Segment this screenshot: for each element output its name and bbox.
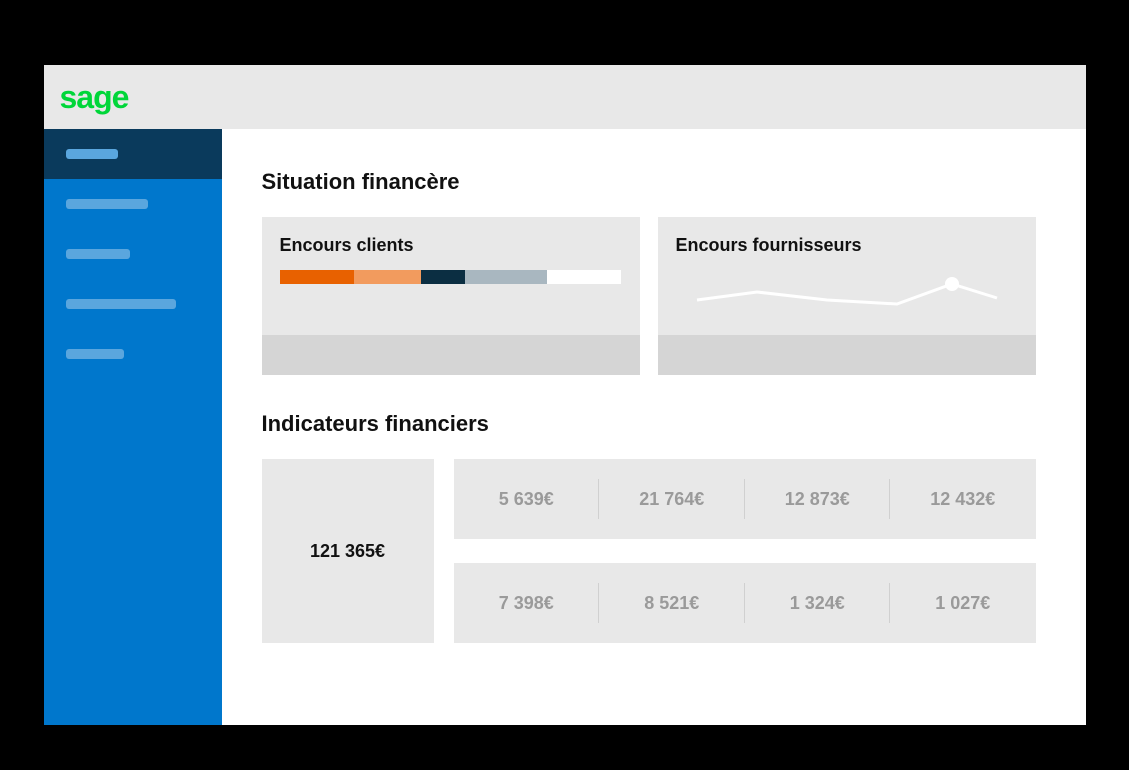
sidebar <box>44 129 222 725</box>
indicator-cell: 1 027€ <box>890 563 1036 643</box>
indicator-value: 21 764€ <box>639 489 704 510</box>
indicator-cell: 8 521€ <box>599 563 745 643</box>
sidebar-item-placeholder <box>66 249 130 259</box>
sidebar-item-placeholder <box>66 149 118 159</box>
logo: sage <box>60 79 129 116</box>
sparkline-marker <box>945 277 959 291</box>
sidebar-item-3[interactable] <box>44 279 222 329</box>
indicators-title: Indicateurs financiers <box>262 411 1036 437</box>
indicator-value: 5 639€ <box>499 489 554 510</box>
indicator-value: 1 027€ <box>935 593 990 614</box>
card-title: Encours clients <box>262 217 640 270</box>
indicator-big-value: 121 365€ <box>310 541 385 562</box>
indicator-value: 8 521€ <box>644 593 699 614</box>
situation-row: Encours clients Encours fournisseurs <box>262 217 1036 375</box>
card-title: Encours fournisseurs <box>658 217 1036 270</box>
app-header: sage <box>44 65 1086 129</box>
indicator-cell: 21 764€ <box>599 459 745 539</box>
indicator-cell: 5 639€ <box>454 459 600 539</box>
app-window: sage Situation financère Encours <box>44 65 1086 725</box>
indicator-row-1: 5 639€ 21 764€ 12 873€ 12 432€ <box>454 459 1036 539</box>
bar-segment <box>465 270 547 284</box>
indicator-value: 1 324€ <box>790 593 845 614</box>
indicator-small-grid: 5 639€ 21 764€ 12 873€ 12 432€ 7 398€ 8 … <box>454 459 1036 643</box>
sidebar-item-1[interactable] <box>44 179 222 229</box>
bar-segment <box>547 270 621 284</box>
card-body <box>262 270 640 335</box>
segmented-bar <box>280 270 622 284</box>
card-footer <box>262 335 640 375</box>
indicator-value: 12 873€ <box>785 489 850 510</box>
main-content: Situation financère Encours clients Enco… <box>222 129 1086 725</box>
indicator-value: 7 398€ <box>499 593 554 614</box>
sidebar-item-placeholder <box>66 199 148 209</box>
card-encours-fournisseurs: Encours fournisseurs <box>658 217 1036 375</box>
sidebar-item-4[interactable] <box>44 329 222 379</box>
sidebar-item-placeholder <box>66 349 124 359</box>
card-footer <box>658 335 1036 375</box>
sidebar-item-placeholder <box>66 299 176 309</box>
app-body: Situation financère Encours clients Enco… <box>44 129 1086 725</box>
sidebar-item-2[interactable] <box>44 229 222 279</box>
indicator-cell: 7 398€ <box>454 563 600 643</box>
indicator-cell: 12 873€ <box>745 459 891 539</box>
indicator-cell: 1 324€ <box>745 563 891 643</box>
situation-title: Situation financère <box>262 169 1036 195</box>
sidebar-item-0[interactable] <box>44 129 222 179</box>
card-encours-clients: Encours clients <box>262 217 640 375</box>
indicators-row: 121 365€ 5 639€ 21 764€ 12 873€ 12 432€ … <box>262 459 1036 643</box>
bar-segment <box>421 270 466 284</box>
indicator-value: 12 432€ <box>930 489 995 510</box>
indicator-row-2: 7 398€ 8 521€ 1 324€ 1 027€ <box>454 563 1036 643</box>
card-body <box>658 270 1036 335</box>
sparkline-chart <box>676 270 1018 320</box>
indicator-cell: 12 432€ <box>890 459 1036 539</box>
indicator-big-card: 121 365€ <box>262 459 434 643</box>
bar-segment <box>354 270 421 284</box>
bar-segment <box>280 270 354 284</box>
